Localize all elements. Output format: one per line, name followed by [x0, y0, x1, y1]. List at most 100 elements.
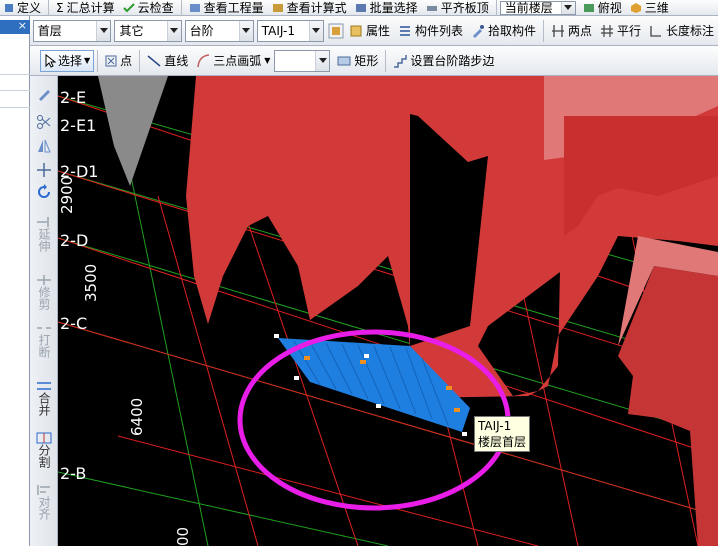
- flush-slab-label: 平齐板顶: [440, 1, 489, 15]
- split-tool[interactable]: 分割: [30, 432, 58, 468]
- grip-marker[interactable]: [304, 356, 310, 360]
- mirror-icon: [38, 139, 51, 153]
- two-point-button[interactable]: 两点: [547, 16, 596, 45]
- pen-tool[interactable]: [30, 86, 58, 102]
- corner-grip[interactable]: [462, 432, 467, 436]
- pick-component-button[interactable]: 拾取构件: [467, 16, 540, 45]
- pointer-icon: [45, 53, 56, 68]
- grip-marker[interactable]: [454, 408, 460, 412]
- corner-grip[interactable]: [294, 376, 299, 380]
- rect-button[interactable]: 矩形: [333, 46, 382, 75]
- chevron-down-icon: [238, 20, 253, 41]
- select-button[interactable]: 选择 ▼: [40, 49, 95, 72]
- dim-label-2900: 2900: [58, 175, 76, 214]
- axis-label-2e1: 2-E1: [60, 116, 97, 135]
- drawing-canvas[interactable]: 2-E 2-E1 2-D1 2-D 2-C 2-B 2900 3500 6400…: [58, 76, 718, 546]
- align-tool[interactable]: 对齐: [30, 484, 58, 520]
- break-label: 打断: [37, 334, 51, 358]
- component-select[interactable]: TAIJ-1: [256, 19, 324, 42]
- rotate-tool[interactable]: [30, 184, 58, 200]
- chevron-down-icon: [166, 20, 181, 41]
- 3d-view-icon: [630, 2, 641, 13]
- floor-select[interactable]: 首层: [32, 19, 112, 42]
- list-icon: [399, 25, 410, 36]
- component-tooltip: TAIJ-1 楼层首层: [474, 416, 531, 452]
- flush-slab-button[interactable]: 平齐板顶: [422, 0, 493, 15]
- grip-marker[interactable]: [360, 360, 366, 364]
- view-quantity-button[interactable]: 查看工程量: [185, 0, 268, 15]
- corner-grip[interactable]: [364, 354, 369, 358]
- chevron-down-icon: [308, 20, 323, 41]
- left-panel: ×: [0, 16, 30, 546]
- tooltip-floor: 楼层首层: [478, 435, 527, 449]
- merge-tool[interactable]: 合并: [30, 380, 58, 416]
- pick-component-label: 拾取构件: [487, 24, 536, 38]
- length-dim-button[interactable]: 长度标注: [645, 16, 718, 45]
- view-formula-button[interactable]: 查看计算式: [268, 0, 351, 15]
- rotate-icon: [38, 184, 50, 198]
- batch-select-label: 批量选择: [369, 1, 418, 15]
- formula-icon: [272, 3, 283, 12]
- set-step-edge-button[interactable]: 设置台阶踏步边: [389, 46, 498, 75]
- toolbar-main: 定义 Σ 汇总计算 云检查 查看工程量 查看计算式 批量选择 平齐板顶 当前楼层…: [0, 0, 718, 19]
- component-list-label: 构件列表: [414, 24, 463, 38]
- arc-icon: [197, 53, 210, 67]
- component-list-button[interactable]: 构件列表: [394, 16, 467, 45]
- dim-label-00: 00: [174, 526, 192, 546]
- point-button[interactable]: 点: [101, 46, 136, 75]
- copy-tool[interactable]: [30, 114, 58, 130]
- floor-scope-select[interactable]: 当前楼层: [499, 0, 576, 15]
- step-edge-icon: [394, 54, 408, 68]
- component-edit-icon: [328, 23, 344, 38]
- top-view-button[interactable]: 俯视: [579, 0, 626, 15]
- component-select-value: TAIJ-1: [261, 23, 295, 38]
- trim-tool[interactable]: 修剪: [30, 274, 58, 310]
- parallel-icon: [600, 24, 613, 37]
- define-button[interactable]: 定义: [0, 0, 45, 15]
- dim-label-3500: 3500: [82, 263, 100, 302]
- dimension-icon: [650, 25, 661, 37]
- chevron-down-icon: [560, 1, 575, 14]
- panel-header: ×: [0, 19, 30, 34]
- parallel-label: 平行: [616, 24, 641, 38]
- split-label: 分割: [37, 444, 51, 468]
- extend-tool[interactable]: 延伸: [30, 216, 58, 252]
- parallel-button[interactable]: 平行: [596, 16, 645, 45]
- arc3-button[interactable]: 三点画弧 ▼: [192, 46, 274, 75]
- align-icon: [37, 485, 50, 495]
- line-button[interactable]: 直线: [143, 46, 192, 75]
- define-icon: [5, 3, 13, 12]
- batch-select-button[interactable]: 批量选择: [351, 0, 422, 15]
- chevron-down-icon: [96, 20, 111, 41]
- component-edit-button[interactable]: [327, 16, 345, 45]
- scissors-icon: [37, 115, 51, 129]
- break-tool[interactable]: 打断: [30, 322, 58, 358]
- trim-icon: [37, 275, 51, 285]
- category-select-value: 其它: [119, 24, 144, 38]
- property-button[interactable]: 属性: [345, 16, 394, 45]
- mirror-tool[interactable]: [30, 138, 58, 154]
- arc-option-select[interactable]: [274, 49, 331, 72]
- merge-label: 合并: [37, 392, 51, 416]
- category-select[interactable]: 其它: [114, 19, 182, 42]
- cloud-check-label: 云检查: [137, 1, 174, 15]
- point-label: 点: [120, 54, 133, 68]
- move-tool[interactable]: [30, 162, 58, 178]
- two-point-label: 两点: [567, 24, 592, 38]
- sigma-icon: Σ: [56, 0, 64, 15]
- summary-calc-button[interactable]: Σ 汇总计算: [52, 0, 119, 16]
- type-select[interactable]: 台阶: [184, 19, 254, 42]
- point-icon: [105, 55, 117, 66]
- eyedropper-icon: [472, 24, 484, 38]
- rectangle-icon: [337, 56, 351, 65]
- cloud-check-button[interactable]: 云检查: [119, 0, 178, 15]
- 3d-view-button[interactable]: 三维: [626, 0, 673, 15]
- move-icon: [37, 163, 51, 177]
- grip-marker[interactable]: [446, 386, 452, 390]
- property-icon: [350, 25, 362, 36]
- extend-icon: [37, 217, 49, 227]
- close-icon[interactable]: ×: [18, 19, 27, 32]
- view-formula-label: 查看计算式: [286, 1, 347, 15]
- corner-grip[interactable]: [376, 404, 381, 408]
- corner-grip[interactable]: [274, 334, 279, 338]
